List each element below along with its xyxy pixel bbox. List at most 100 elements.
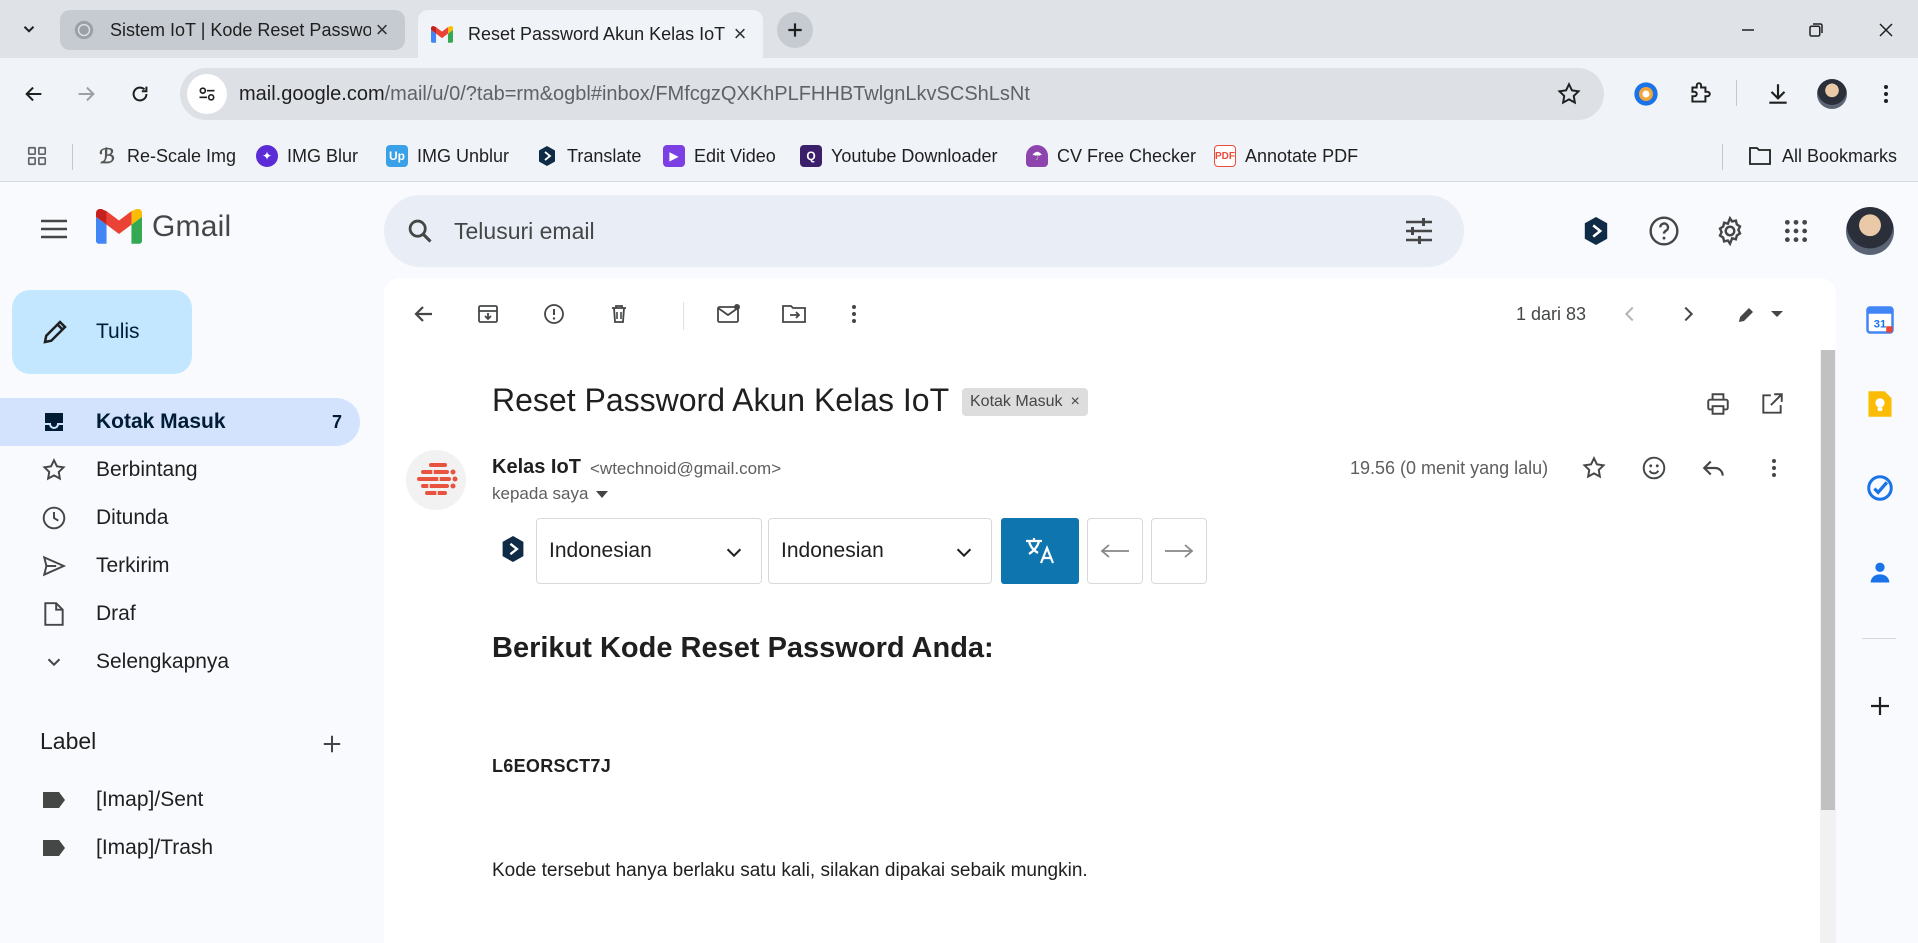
get-addons-button[interactable] xyxy=(1862,688,1898,724)
download-icon xyxy=(1769,84,1787,104)
arrow-left-icon xyxy=(1100,544,1129,558)
bookmark-youtube-downloader[interactable]: Q Youtube Downloader xyxy=(800,142,997,170)
reload-button[interactable] xyxy=(122,76,158,112)
gmail-logo[interactable]: Gmail xyxy=(96,209,231,244)
minimize-button[interactable] xyxy=(1724,12,1772,48)
search-options-button[interactable] xyxy=(1404,217,1434,245)
sidebar-label-imap-sent[interactable]: [Imap]/Sent xyxy=(0,776,360,824)
bookmark-edit-video[interactable]: ▶ Edit Video xyxy=(663,142,776,170)
bookmark-translate[interactable]: Translate xyxy=(536,142,641,170)
google-apps-button[interactable] xyxy=(1776,211,1816,251)
bookmark-rescale-img[interactable]: ℬ Re-Scale Img xyxy=(96,142,236,170)
new-tab-button[interactable] xyxy=(777,12,813,48)
bookmark-star-button[interactable] xyxy=(1556,81,1582,107)
deepl-extension-button[interactable] xyxy=(1576,211,1616,251)
sidebar-item-drafts[interactable]: Draf xyxy=(0,590,360,638)
inbox-icon xyxy=(40,408,68,436)
sender-name[interactable]: Kelas IoT xyxy=(492,456,581,479)
sidebar-item-starred[interactable]: Berbintang xyxy=(0,446,360,494)
target-language-select[interactable]: Indonesian xyxy=(768,518,992,584)
cv-checker-icon: ☂ xyxy=(1026,145,1048,167)
sidebar-item-sent[interactable]: Terkirim xyxy=(0,542,360,590)
tab-reset-password[interactable]: Reset Password Akun Kelas IoT × xyxy=(418,10,763,58)
search-input[interactable]: Telusuri email xyxy=(454,218,595,245)
img-unblur-icon: Up xyxy=(386,145,408,167)
unread-count: 7 xyxy=(331,411,342,432)
translate-back-button[interactable] xyxy=(1087,518,1143,584)
reset-code: L6EORSCT7J xyxy=(492,756,612,776)
sidebar-label-imap-trash[interactable]: [Imap]/Trash xyxy=(0,824,360,872)
input-tools-button[interactable] xyxy=(1730,294,1790,334)
site-info-button[interactable] xyxy=(187,74,227,114)
search-bar[interactable]: Telusuri email xyxy=(384,195,1464,267)
settings-button[interactable] xyxy=(1710,211,1750,251)
sidebar-item-snoozed[interactable]: Ditunda xyxy=(0,494,360,542)
more-actions-button[interactable] xyxy=(834,294,874,334)
tasks-app-button[interactable] xyxy=(1862,470,1898,506)
newer-button[interactable] xyxy=(1610,294,1650,334)
translate-forward-button[interactable] xyxy=(1151,518,1207,584)
star-message-button[interactable] xyxy=(1574,448,1614,488)
archive-button[interactable] xyxy=(468,294,508,334)
label-chip-inbox: Kotak Masuk × xyxy=(962,388,1088,416)
sender-avatar xyxy=(406,450,466,510)
mark-unread-icon xyxy=(717,304,740,323)
mark-unread-button[interactable] xyxy=(709,294,749,334)
tab-search-button[interactable] xyxy=(14,14,44,44)
keep-app-button[interactable] xyxy=(1862,386,1898,422)
main-menu-button[interactable] xyxy=(36,211,72,247)
message-more-button[interactable] xyxy=(1754,448,1794,488)
scrollbar-thumb[interactable] xyxy=(1821,350,1835,810)
support-button[interactable] xyxy=(1644,211,1684,251)
print-button[interactable] xyxy=(1698,384,1738,424)
bookmark-cv-free-checker[interactable]: ☂ CV Free Checker xyxy=(1026,142,1196,170)
compose-label: Tulis xyxy=(96,320,140,343)
source-language-select[interactable]: Indonesian xyxy=(536,518,762,584)
downloads-button[interactable] xyxy=(1760,76,1796,112)
add-reaction-button[interactable] xyxy=(1634,448,1674,488)
sidebar-item-inbox[interactable]: Kotak Masuk 7 xyxy=(0,398,360,446)
open-new-window-button[interactable] xyxy=(1752,384,1792,424)
bookmark-annotate-pdf[interactable]: PDF Annotate PDF xyxy=(1214,142,1358,170)
extension-button[interactable] xyxy=(1628,76,1664,112)
close-window-button[interactable] xyxy=(1862,12,1910,48)
move-to-button[interactable] xyxy=(774,294,814,334)
emoji-icon xyxy=(1642,456,1666,480)
bookmark-img-blur[interactable]: ✦ IMG Blur xyxy=(256,142,358,170)
back-to-inbox-button[interactable] xyxy=(404,294,444,334)
more-vert-icon xyxy=(852,305,856,323)
remove-label-icon[interactable]: × xyxy=(1070,393,1079,411)
apps-shortcut[interactable] xyxy=(26,142,48,170)
browser-menu-button[interactable] xyxy=(1868,76,1904,112)
pencil-dropdown-icon xyxy=(1739,308,1783,322)
youtube-downloader-icon: Q xyxy=(800,145,822,167)
gear-icon xyxy=(1718,215,1742,247)
avatar[interactable] xyxy=(1846,207,1894,255)
all-bookmarks-button[interactable]: All Bookmarks xyxy=(1748,142,1897,170)
create-label-button[interactable] xyxy=(316,728,348,760)
reply-button[interactable] xyxy=(1694,448,1734,488)
close-icon[interactable]: × xyxy=(371,17,393,42)
search-icon[interactable] xyxy=(404,215,436,247)
close-icon[interactable]: × xyxy=(729,21,751,46)
arrow-right-icon xyxy=(1165,544,1194,558)
forward-button[interactable] xyxy=(68,76,104,112)
address-bar[interactable]: mail.google.com/mail/u/0/?tab=rm&ogbl#in… xyxy=(180,68,1604,120)
restore-button[interactable] xyxy=(1792,12,1840,48)
translate-button[interactable] xyxy=(1001,518,1079,584)
caret-down-icon xyxy=(596,490,609,498)
delete-button[interactable] xyxy=(599,294,639,334)
calendar-app-button[interactable]: 31 xyxy=(1862,302,1898,338)
sidebar-item-more[interactable]: Selengkapnya xyxy=(0,638,360,686)
extensions-button[interactable] xyxy=(1682,76,1718,112)
older-button[interactable] xyxy=(1668,294,1708,334)
profile-button[interactable] xyxy=(1814,76,1850,112)
tab-sistem-iot[interactable]: Sistem IoT | Kode Reset Passwo × xyxy=(60,10,405,50)
contacts-app-button[interactable] xyxy=(1862,554,1898,590)
back-button[interactable] xyxy=(16,76,52,112)
message-scrollbar[interactable] xyxy=(1820,350,1836,943)
report-spam-button[interactable] xyxy=(534,294,574,334)
bookmark-img-unblur[interactable]: Up IMG Unblur xyxy=(386,142,509,170)
compose-button[interactable]: Tulis xyxy=(12,290,192,374)
recipient-details[interactable]: kepada saya xyxy=(492,484,609,504)
